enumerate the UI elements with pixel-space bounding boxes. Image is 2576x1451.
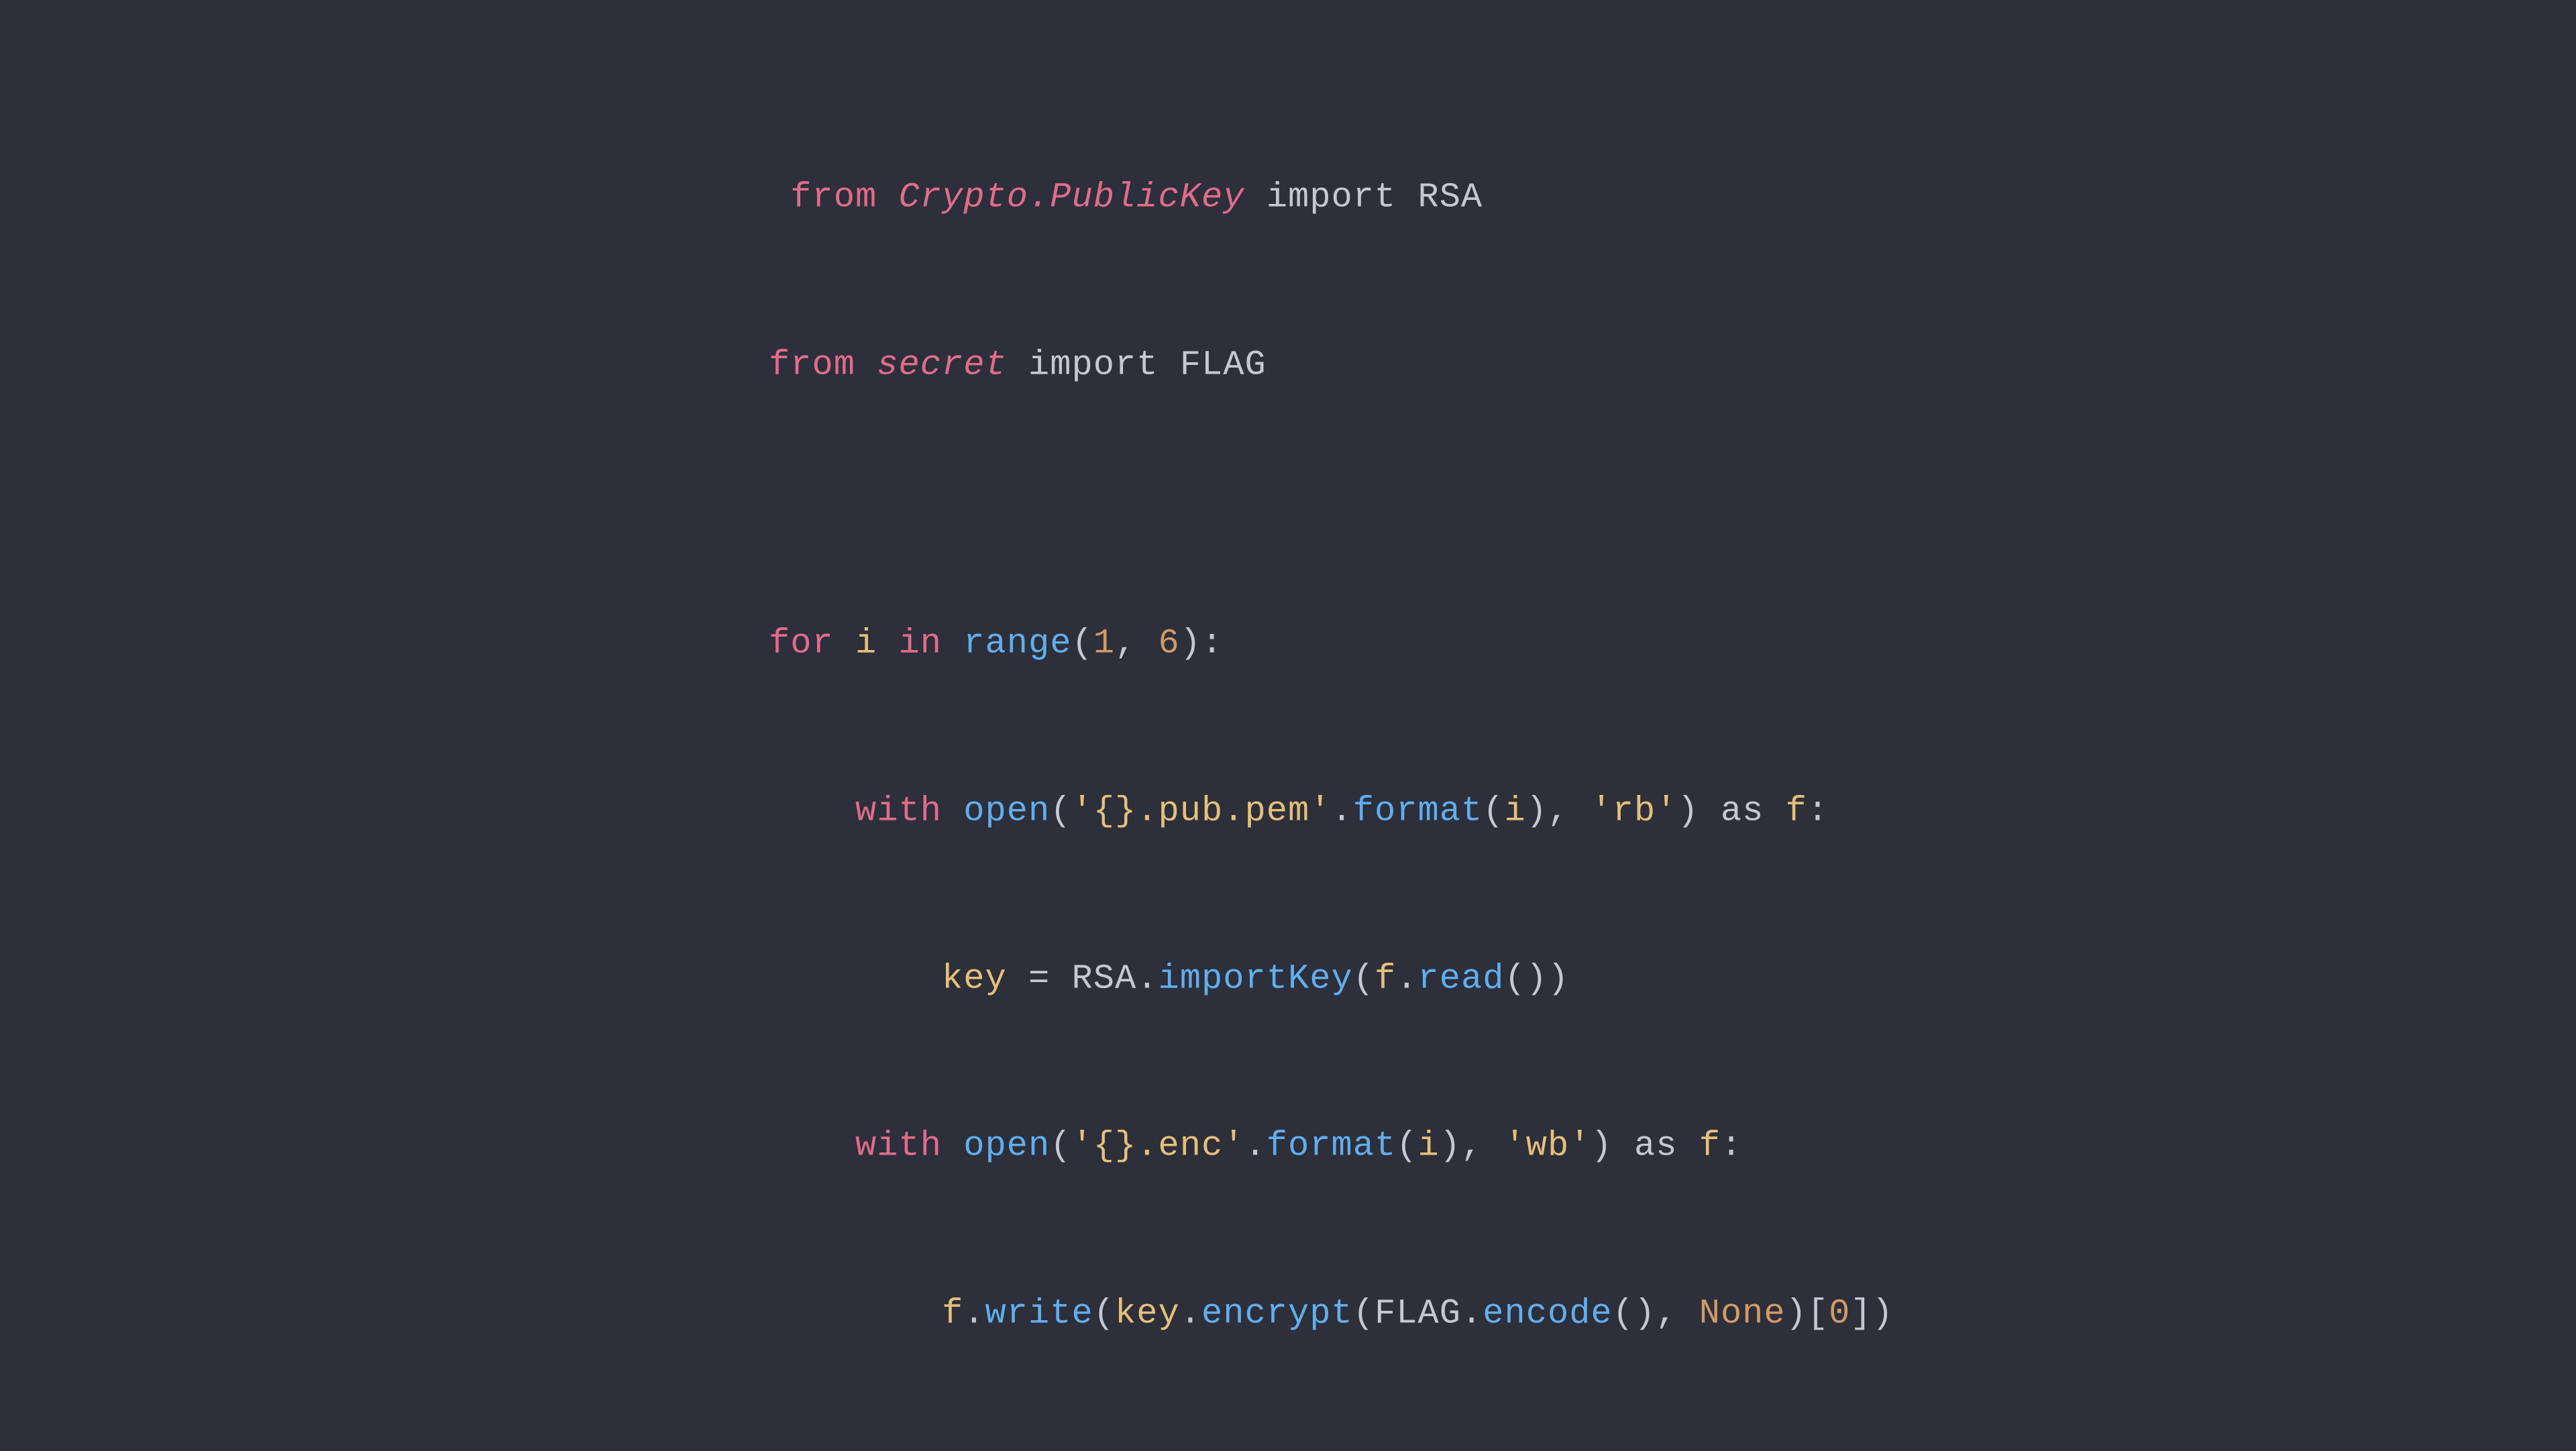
num-6: 6 [1159, 624, 1180, 663]
str-pub-pem: '{}.pub.pem' [1072, 792, 1332, 831]
str-enc: '{}.enc' [1072, 1126, 1245, 1166]
line-for: for i in range(1, 6): [682, 560, 1894, 728]
line-write: f.write(key.encrypt(FLAG.encode(), None)… [682, 1230, 1894, 1397]
line-import2: from secret import FLAG [682, 281, 1894, 449]
write-fn: write [985, 1293, 1093, 1333]
for-kw: for [769, 624, 834, 663]
with-kw1: with [855, 792, 942, 831]
num-1: 1 [1093, 624, 1115, 663]
line-import1: from Crypto.PublicKey import RSA [682, 113, 1894, 281]
var-i-for: i [855, 624, 877, 663]
flag-ref: FLAG [1375, 1293, 1461, 1333]
var-f2: f [1375, 959, 1396, 998]
str-wb: 'wb' [1504, 1126, 1591, 1166]
encrypt-fn: encrypt [1201, 1293, 1353, 1333]
var-f3: f [1699, 1126, 1721, 1166]
str-rb: 'rb' [1591, 792, 1677, 831]
line-blank1 [682, 58, 1894, 113]
encode-fn: encode [1483, 1293, 1612, 1333]
range-fn: range [963, 624, 1071, 663]
line-with2: with open('{}.enc'.format(i), 'wb') as f… [682, 1063, 1894, 1230]
flag-name: FLAG [1180, 345, 1267, 384]
indent1 [769, 178, 790, 217]
import-kw2: import [1028, 345, 1158, 384]
line-with1: with open('{}.pub.pem'.format(i), 'rb') … [682, 727, 1894, 895]
line-blank3 [682, 504, 1894, 560]
open-fn1: open [963, 792, 1050, 831]
read-fn: read [1417, 959, 1504, 998]
rsa-name: RSA [1417, 178, 1483, 217]
format-fn1: format [1353, 792, 1483, 831]
var-f1: f [1786, 792, 1807, 831]
var-f4: f [942, 1293, 963, 1333]
rsa-ref: RSA [1072, 959, 1137, 998]
none-val: None [1699, 1293, 1786, 1333]
line-shebang: #!/usr/bin/env python3 [682, 0, 1894, 58]
var-key2: key [1115, 1293, 1180, 1333]
importkey-fn: importKey [1159, 959, 1353, 998]
code-block: #!/usr/bin/env python3 from Crypto.Publi… [615, 0, 1961, 1451]
line-blank2 [682, 449, 1894, 504]
import-kw1: import [1267, 178, 1396, 217]
from-kw1: from [790, 178, 877, 217]
format-fn2: format [1267, 1126, 1396, 1166]
line-key-assign: key = RSA.importKey(f.read()) [682, 895, 1894, 1063]
var-key: key [942, 959, 1007, 998]
num-0: 0 [1829, 1293, 1850, 1333]
as-kw1: as [1721, 792, 1764, 831]
as-kw2: as [1634, 1126, 1678, 1166]
from-kw2: from [769, 345, 855, 384]
in-kw: in [899, 624, 943, 663]
with-kw2: with [855, 1126, 942, 1166]
module-secret: secret [877, 345, 1006, 384]
open-fn2: open [963, 1126, 1050, 1166]
var-i1: i [1504, 792, 1525, 831]
var-i2: i [1417, 1126, 1439, 1166]
module-crypto: Crypto.PublicKey [899, 178, 1245, 217]
